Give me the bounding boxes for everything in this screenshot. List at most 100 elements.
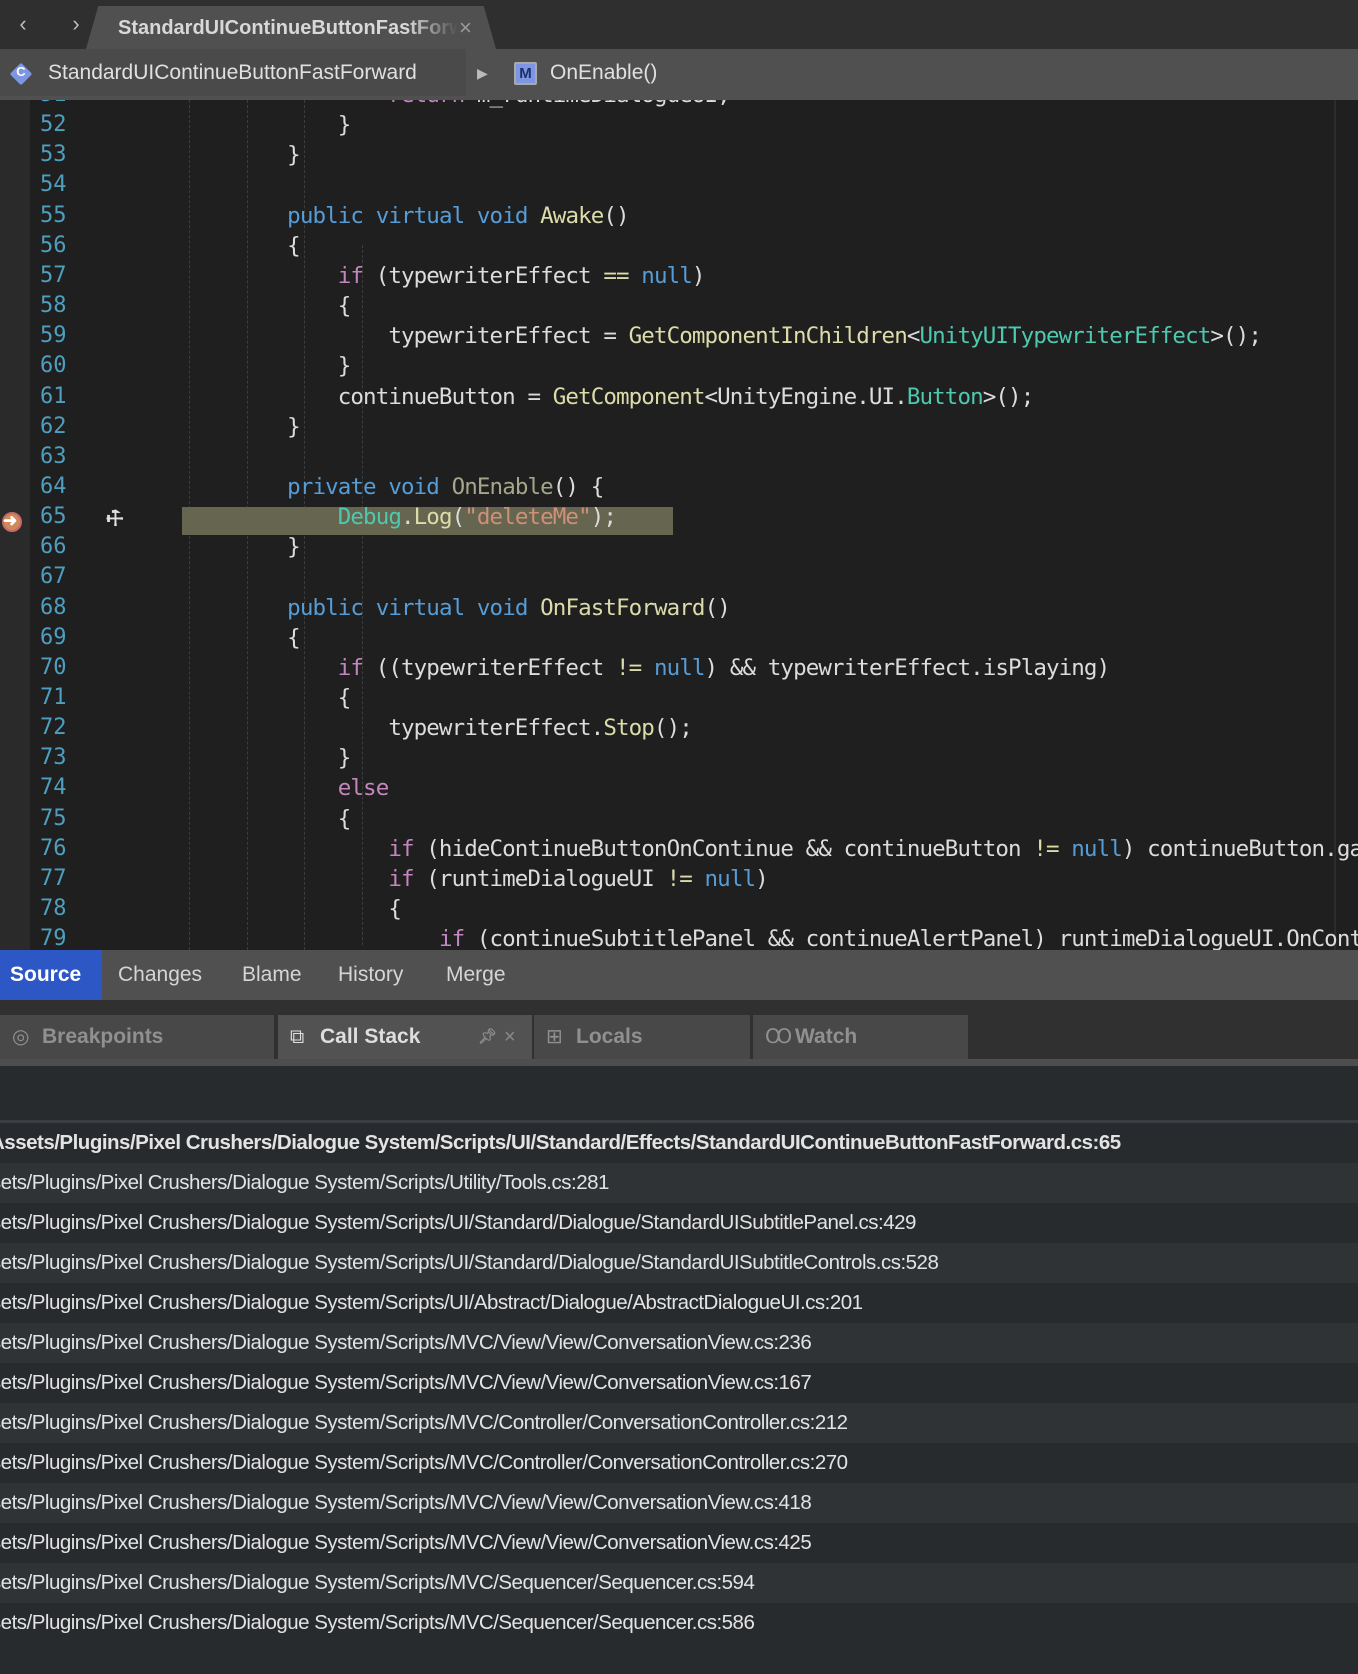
code-line[interactable]: 67 bbox=[0, 562, 1358, 592]
frame-path: Assets/Plugins/Pixel Crushers/Dialogue S… bbox=[0, 1531, 812, 1554]
call-stack-frame[interactable]: Assets/Plugins/Pixel Crushers/Dialogue S… bbox=[0, 1523, 1358, 1563]
pin-icon[interactable]: 📌︎ bbox=[478, 1015, 497, 1059]
call-stack-frame[interactable]: Assets/Plugins/Pixel Crushers/Dialogue S… bbox=[0, 1363, 1358, 1403]
line-number[interactable]: 70 bbox=[40, 653, 102, 683]
code-line[interactable]: 54 bbox=[0, 170, 1358, 200]
code-line[interactable]: 52 } bbox=[0, 110, 1358, 140]
breadcrumb-class[interactable]: StandardUIContinueButtonFastForward bbox=[48, 61, 417, 85]
frame-path: Assets/Plugins/Pixel Crushers/Dialogue S… bbox=[0, 1371, 812, 1394]
line-number[interactable]: 54 bbox=[40, 170, 102, 200]
frame-path: Assets/Plugins/Pixel Crushers/Dialogue S… bbox=[0, 1291, 863, 1314]
call-stack-frame[interactable]: Assets/Plugins/Pixel Crushers/Dialogue S… bbox=[0, 1603, 1358, 1643]
call-stack-frame[interactable]: Assets/Plugins/Pixel Crushers/Dialogue S… bbox=[0, 1203, 1358, 1243]
line-number[interactable]: 76 bbox=[40, 834, 102, 864]
code-line[interactable]: 51 return m_runtimeDialogueUI; bbox=[0, 100, 1358, 110]
tab-breakpoints[interactable]: ◎ Breakpoints bbox=[0, 1015, 274, 1059]
code-line[interactable]: 55 public virtual void Awake() bbox=[0, 201, 1358, 231]
line-number[interactable]: 53 bbox=[40, 140, 102, 170]
call-stack-list: Assets/Plugins/Pixel Crushers/Dialogue S… bbox=[0, 1123, 1358, 1643]
code-line[interactable]: 66 } bbox=[0, 532, 1358, 562]
code-line[interactable]: 61 continueButton = GetComponent<UnityEn… bbox=[0, 382, 1358, 412]
line-number[interactable]: 61 bbox=[40, 382, 102, 412]
tab-merge[interactable]: Merge bbox=[436, 950, 516, 1000]
line-number[interactable]: 74 bbox=[40, 773, 102, 803]
line-number[interactable]: 59 bbox=[40, 321, 102, 351]
line-number[interactable]: 67 bbox=[40, 562, 102, 592]
document-tab-label: StandardUIContinueButtonFastForward.cs bbox=[118, 17, 458, 39]
line-number[interactable]: 55 bbox=[40, 201, 102, 231]
call-stack-frame[interactable]: Assets/Plugins/Pixel Crushers/Dialogue S… bbox=[0, 1483, 1358, 1523]
tab-history[interactable]: History bbox=[328, 950, 413, 1000]
line-number[interactable]: 51 bbox=[40, 100, 102, 110]
tab-changes[interactable]: Changes bbox=[108, 950, 212, 1000]
pane-divider[interactable] bbox=[0, 1000, 1358, 1015]
call-stack-frame[interactable]: Assets/Plugins/Pixel Crushers/Dialogue S… bbox=[0, 1283, 1358, 1323]
call-stack-frame[interactable]: Assets/Plugins/Pixel Crushers/Dialogue S… bbox=[0, 1243, 1358, 1283]
code-line[interactable]: 63 bbox=[0, 442, 1358, 472]
tab-watch[interactable]: Ꝏ Watch bbox=[753, 1015, 968, 1059]
call-stack-frame[interactable]: Assets/Plugins/Pixel Crushers/Dialogue S… bbox=[0, 1403, 1358, 1443]
line-number[interactable]: 56 bbox=[40, 231, 102, 261]
current-execution-arrow-icon[interactable]: ➜ bbox=[0, 511, 24, 533]
code-line[interactable]: 59 typewriterEffect = GetComponentInChil… bbox=[0, 321, 1358, 351]
call-stack-frame[interactable]: Assets/Plugins/Pixel Crushers/Dialogue S… bbox=[0, 1123, 1358, 1163]
code-text: } bbox=[186, 353, 352, 380]
line-number[interactable]: 65 bbox=[40, 502, 102, 532]
line-number[interactable]: 62 bbox=[40, 412, 102, 442]
code-line[interactable]: 73 } bbox=[0, 743, 1358, 773]
code-line[interactable]: 68 public virtual void OnFastForward() bbox=[0, 593, 1358, 623]
line-number[interactable]: 72 bbox=[40, 713, 102, 743]
call-stack-frame[interactable]: Assets/Plugins/Pixel Crushers/Dialogue S… bbox=[0, 1563, 1358, 1603]
code-line[interactable]: 60 } bbox=[0, 351, 1358, 381]
call-stack-frame[interactable]: Assets/Plugins/Pixel Crushers/Dialogue S… bbox=[0, 1163, 1358, 1203]
close-icon[interactable]: × bbox=[459, 15, 472, 41]
tab-source[interactable]: Source bbox=[0, 950, 102, 1000]
call-stack-frame[interactable]: Assets/Plugins/Pixel Crushers/Dialogue S… bbox=[0, 1323, 1358, 1363]
line-number[interactable]: 57 bbox=[40, 261, 102, 291]
line-number[interactable]: 64 bbox=[40, 472, 102, 502]
line-number[interactable]: 77 bbox=[40, 864, 102, 894]
back-button[interactable]: ‹ bbox=[11, 10, 35, 38]
code-line[interactable]: 62 } bbox=[0, 412, 1358, 442]
line-number[interactable]: 71 bbox=[40, 683, 102, 713]
code-line[interactable]: 79 if (continueSubtitlePanel && continue… bbox=[0, 924, 1358, 950]
line-number[interactable]: 75 bbox=[40, 804, 102, 834]
code-editor[interactable]: 51 return m_runtimeDialogueUI;52 }53 }54… bbox=[0, 100, 1358, 950]
forward-button[interactable]: › bbox=[64, 10, 88, 38]
code-line[interactable]: 53 } bbox=[0, 140, 1358, 170]
call-stack-frame[interactable]: Assets/Plugins/Pixel Crushers/Dialogue S… bbox=[0, 1443, 1358, 1483]
code-line[interactable]: 65 Debug.Log("deleteMe"); bbox=[0, 502, 1358, 532]
close-icon[interactable]: × bbox=[504, 1015, 516, 1059]
code-line[interactable]: 77 if (runtimeDialogueUI != null) bbox=[0, 864, 1358, 894]
code-line[interactable]: 74 else bbox=[0, 773, 1358, 803]
call-stack-icon: ⧉ bbox=[290, 1026, 305, 1048]
code-line[interactable]: 69 { bbox=[0, 623, 1358, 653]
line-number[interactable]: 78 bbox=[40, 894, 102, 924]
tab-call-stack[interactable]: ⧉ Call Stack 📌︎ × bbox=[278, 1015, 532, 1059]
line-number[interactable]: 68 bbox=[40, 593, 102, 623]
breadcrumb-method[interactable]: OnEnable() bbox=[550, 61, 657, 85]
line-number[interactable]: 60 bbox=[40, 351, 102, 381]
line-number[interactable]: 66 bbox=[40, 532, 102, 562]
code-line[interactable]: 70 if ((typewriterEffect != null) && typ… bbox=[0, 653, 1358, 683]
source-view-tabs: Source Changes Blame History Merge bbox=[0, 950, 1358, 1000]
line-number[interactable]: 73 bbox=[40, 743, 102, 773]
code-line[interactable]: 56 { bbox=[0, 231, 1358, 261]
code-line[interactable]: 72 typewriterEffect.Stop(); bbox=[0, 713, 1358, 743]
code-line[interactable]: 58 { bbox=[0, 291, 1358, 321]
line-number[interactable]: 69 bbox=[40, 623, 102, 653]
code-line[interactable]: 57 if (typewriterEffect == null) bbox=[0, 261, 1358, 291]
line-number[interactable]: 63 bbox=[40, 442, 102, 472]
tab-locals[interactable]: ⊞ Locals bbox=[534, 1015, 750, 1059]
code-line[interactable]: 64 private void OnEnable() { bbox=[0, 472, 1358, 502]
code-line[interactable]: 78 { bbox=[0, 894, 1358, 924]
line-number[interactable]: 52 bbox=[40, 110, 102, 140]
line-number[interactable]: 58 bbox=[40, 291, 102, 321]
line-number[interactable]: 79 bbox=[40, 924, 102, 950]
tab-blame[interactable]: Blame bbox=[232, 950, 312, 1000]
code-line[interactable]: 76 if (hideContinueButtonOnContinue && c… bbox=[0, 834, 1358, 864]
code-line[interactable]: 75 { bbox=[0, 804, 1358, 834]
frame-path: Assets/Plugins/Pixel Crushers/Dialogue S… bbox=[0, 1251, 939, 1274]
document-tab[interactable]: StandardUIContinueButtonFastForward.cs × bbox=[86, 6, 496, 49]
code-line[interactable]: 71 { bbox=[0, 683, 1358, 713]
